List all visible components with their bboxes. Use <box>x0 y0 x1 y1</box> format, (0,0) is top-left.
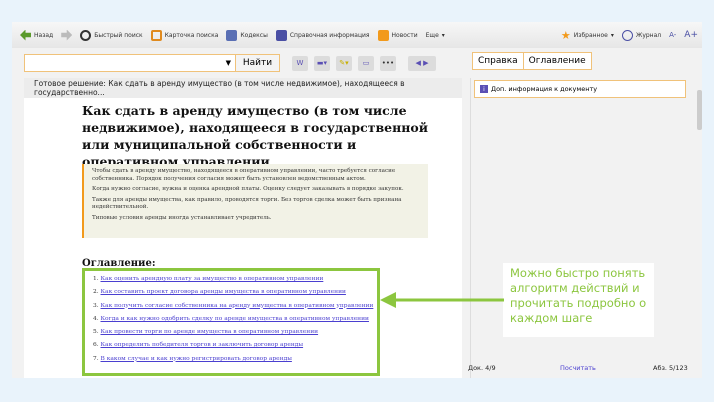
quick-search-label: Быстрый поиск <box>94 31 143 39</box>
news-button[interactable]: Новости <box>377 29 418 41</box>
toc-item: 5. Как провести торги по аренде имуществ… <box>93 329 319 336</box>
toc-link[interactable]: Как оценить арендную плату за имущество … <box>101 276 324 282</box>
chevron-down-icon: ▾ <box>441 31 445 39</box>
paragraph-counter: Абз. 5/123 <box>653 364 688 372</box>
news-label: Новости <box>391 31 418 39</box>
print-icon[interactable]: ▬▾ <box>314 55 330 71</box>
search-card-label: Карточка поиска <box>164 31 219 39</box>
main-toolbar: Назад Быстрый поиск Карточка поиска Коде… <box>12 22 702 48</box>
favorites-label: Избранное <box>573 31 608 39</box>
back-label: Назад <box>34 31 54 39</box>
toc-link[interactable]: Как определить победителя торгов и заклю… <box>101 342 304 348</box>
prev-next-arrows-icon[interactable]: ◀ ▶ <box>408 55 436 71</box>
summary-note: Чтобы сдать в аренду имущество, находяще… <box>82 164 428 238</box>
book-icon <box>226 29 238 41</box>
more-dots-icon[interactable]: ••• <box>380 55 396 71</box>
toc-item: 4. Когда и как нужно одобрить сделку по … <box>93 315 369 322</box>
right-tabs: Справка Оглавление <box>472 52 592 70</box>
codes-label: Кодексы <box>240 31 268 39</box>
reference-button[interactable]: Справочная информация <box>275 29 370 41</box>
back-button[interactable]: Назад <box>20 29 54 41</box>
toc-item: 7. В каком случае и как нужно регистриро… <box>93 355 292 362</box>
arrow-icon <box>380 292 504 308</box>
count-link[interactable]: Посчитать <box>560 364 596 372</box>
toc-item: 6. Как определить победителя торгов и за… <box>93 342 304 349</box>
clock-icon <box>621 29 633 41</box>
quick-search-button[interactable]: Быстрый поиск <box>80 29 143 41</box>
font-smaller-button[interactable]: A- <box>669 31 676 39</box>
tab-contents[interactable]: Оглавление <box>522 53 591 69</box>
forward-arrow-icon <box>61 29 73 41</box>
dropdown-icon[interactable]: ▼ <box>226 59 231 67</box>
tab-spravka[interactable]: Справка <box>473 53 523 69</box>
search-icon <box>80 29 92 41</box>
toc-link[interactable]: Когда и как нужно одобрить сделку по аре… <box>101 316 369 322</box>
callout-text: Можно быстро понять алгоритм действий и … <box>503 263 654 337</box>
journal-button[interactable]: Журнал <box>621 29 662 41</box>
word-export-icon[interactable]: W <box>292 55 308 71</box>
dop-info-button[interactable]: i Доп. информация к документу <box>474 80 686 98</box>
back-arrow-icon <box>20 29 31 41</box>
chevron-down-icon: ▾ <box>610 31 614 39</box>
note-paragraph: Чтобы сдать в аренду имущество, находяще… <box>92 168 396 182</box>
toc-link[interactable]: В каком случае и как нужно регистрироват… <box>101 356 292 362</box>
document-header: Готовое решение: Как сдать в аренду имущ… <box>24 78 462 98</box>
books-icon <box>275 29 287 41</box>
journal-label: Журнал <box>635 31 662 39</box>
star-icon: ★ <box>560 28 571 42</box>
toc-item: 1. Как оценить арендную плату за имущест… <box>93 276 324 282</box>
toc-link[interactable]: Как составить проект договора аренды иму… <box>101 289 346 295</box>
toc-item: 3. Как получить согласие собственника на… <box>93 302 374 309</box>
document-title: Как сдать в аренду имущество (в том числ… <box>82 103 429 169</box>
megaphone-icon <box>377 29 389 41</box>
font-larger-button[interactable]: A+ <box>684 30 698 40</box>
info-icon: i <box>480 85 488 93</box>
more-menu[interactable]: Еще ▾ <box>426 32 445 39</box>
scrollbar[interactable] <box>697 78 702 378</box>
forward-button[interactable] <box>61 29 73 41</box>
search-card-icon <box>150 29 162 41</box>
reference-label: Справочная информация <box>289 31 370 39</box>
note-paragraph: Типовые условия аренды иногда устанавлив… <box>92 214 272 221</box>
toc-list: 1. Как оценить арендную плату за имущест… <box>82 268 380 376</box>
doc-counter: Док. 4/9 <box>468 364 496 372</box>
more-label: Еще <box>425 31 439 39</box>
toc-link[interactable]: Как провести торги по аренде имущества в… <box>101 329 319 335</box>
search-row: ▼ Найти W ▬▾ ✎▾ ▭ ••• ◀ ▶ <box>24 52 436 74</box>
codes-button[interactable]: Кодексы <box>226 29 268 41</box>
highlight-icon[interactable]: ✎▾ <box>336 55 352 71</box>
search-card-button[interactable]: Карточка поиска <box>150 29 219 41</box>
document-body: Как сдать в аренду имущество (в том числ… <box>24 98 462 378</box>
toc-item: 2. Как составить проект договора аренды … <box>93 289 346 296</box>
find-button[interactable]: Найти <box>236 54 280 72</box>
comment-icon[interactable]: ▭ <box>358 55 374 71</box>
note-paragraph: Также для аренды имущества, как правило,… <box>92 196 402 211</box>
favorites-menu[interactable]: ★ Избранное ▾ <box>561 29 614 42</box>
note-paragraph: Когда нужно согласие, нужна и оценка аре… <box>92 186 404 192</box>
dop-info-label: Доп. информация к документу <box>491 85 598 93</box>
search-input[interactable]: ▼ <box>24 54 236 72</box>
toc-link[interactable]: Как получить согласие собственника на ар… <box>101 303 374 309</box>
